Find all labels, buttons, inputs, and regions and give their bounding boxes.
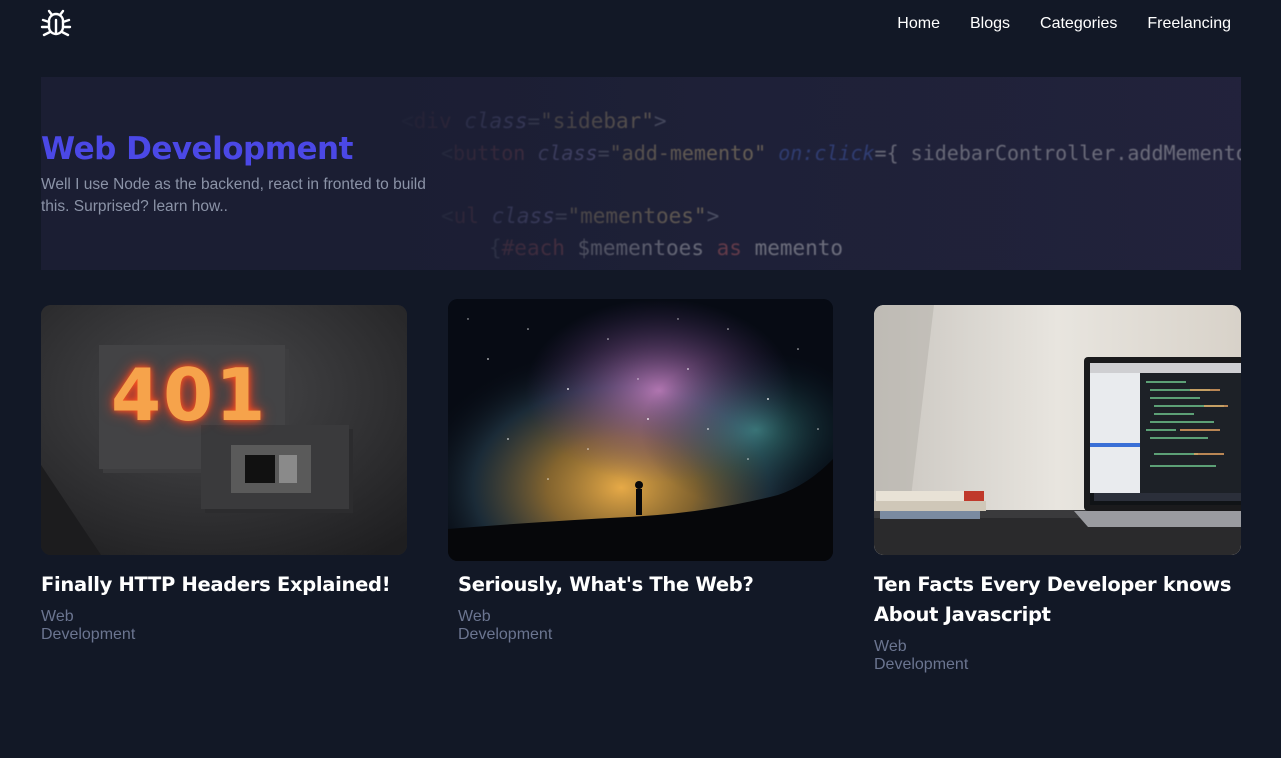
nav-freelancing[interactable]: Freelancing [1147, 14, 1231, 34]
nav-categories[interactable]: Categories [1040, 14, 1117, 34]
post-title[interactable]: Finally HTTP Headers Explained! [41, 570, 411, 600]
bug-icon[interactable] [40, 7, 72, 39]
hero-title: Web Development [41, 131, 353, 167]
hero-banner[interactable]: <div class="sidebar"> <button class="add… [41, 77, 1241, 270]
post-title[interactable]: Ten Facts Every Developer knows About Ja… [874, 570, 1241, 630]
post-image-401[interactable]: 401 [41, 305, 407, 555]
sign-401-text: 401 [111, 353, 268, 437]
hero-description: Well I use Node as the backend, react in… [41, 176, 426, 215]
post-category[interactable]: Web Development [458, 608, 552, 644]
post-title[interactable]: Seriously, What's The Web? [458, 570, 838, 600]
post-image-milky-way[interactable] [448, 299, 833, 561]
main-nav: Home Blogs Categories Freelancing [897, 14, 1231, 34]
post-category[interactable]: Web Development [41, 608, 135, 644]
post-image-laptop[interactable] [874, 305, 1241, 555]
nav-home[interactable]: Home [897, 14, 940, 34]
post-category[interactable]: Web Development [874, 638, 968, 674]
nav-blogs[interactable]: Blogs [970, 14, 1010, 34]
